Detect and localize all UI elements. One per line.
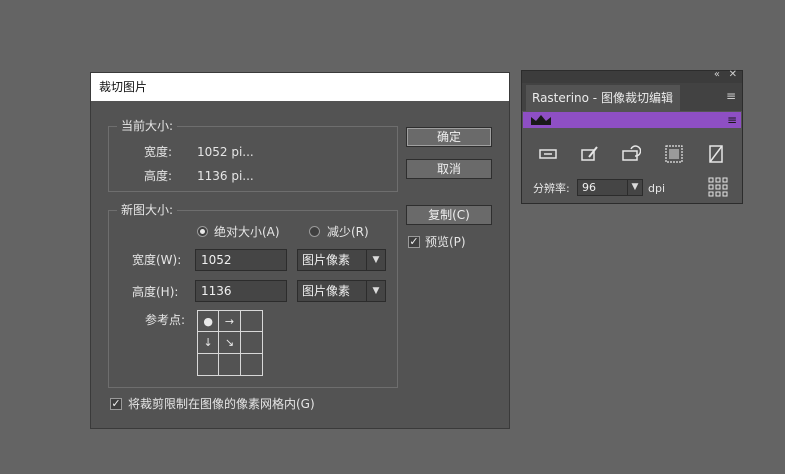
rasterino-panel: « ✕ Rasterino - 图像裁切编辑 ≡ ≡ 分辨率: 96 ▼ dpi: [521, 69, 743, 204]
anchor-cell-middle-left[interactable]: ↓: [198, 332, 220, 354]
new-height-label: 高度(H):: [132, 285, 179, 299]
anchor-cell-bottom-center[interactable]: [219, 353, 241, 375]
width-unit-select[interactable]: 图片像素 ▼: [297, 249, 386, 271]
anchor-label: 参考点:: [145, 313, 186, 327]
absolute-size-label[interactable]: 绝对大小(A): [214, 224, 280, 240]
preview-label[interactable]: 预览(P): [425, 234, 466, 250]
grid-icon[interactable]: [708, 177, 728, 197]
current-width-value: 1052 pi...: [197, 145, 254, 159]
anchor-cell-center[interactable]: ↘: [219, 332, 241, 354]
resolution-unit: dpi: [648, 182, 666, 195]
new-width-input[interactable]: 1052: [195, 249, 287, 271]
constrain-checkbox[interactable]: ✓: [110, 398, 122, 410]
arrow-right-icon: →: [224, 315, 235, 328]
panel-header-strip: « ✕: [522, 69, 742, 83]
banner-menu-icon[interactable]: ≡: [727, 112, 737, 128]
reduce-radio[interactable]: [309, 226, 320, 237]
panel-tab-bar: Rasterino - 图像裁切编辑 ≡: [522, 83, 742, 111]
crop-link-tool-icon[interactable]: [538, 144, 558, 164]
close-icon[interactable]: ✕: [729, 69, 737, 80]
crop-rotate-tool-icon[interactable]: [621, 144, 642, 164]
chevron-down-icon: ▼: [366, 281, 385, 301]
chevron-down-icon: ▼: [627, 180, 642, 195]
constrain-label[interactable]: 将裁剪限制在图像的像素网格内(G): [128, 396, 315, 412]
height-unit-select[interactable]: 图片像素 ▼: [297, 280, 386, 302]
ok-button[interactable]: 确定: [406, 127, 492, 147]
anchor-cell-top-center[interactable]: →: [219, 311, 241, 333]
arrow-down-right-icon: ↘: [224, 336, 235, 350]
width-unit-value: 图片像素: [302, 253, 351, 267]
current-height-value: 1136 pi...: [197, 169, 254, 183]
anchor-cell-bottom-left[interactable]: [198, 353, 220, 375]
anchor-cell-middle-right[interactable]: [240, 332, 262, 354]
panel-menu-icon[interactable]: ≡: [726, 89, 736, 103]
current-width-label: 宽度:: [144, 145, 173, 159]
absolute-size-radio[interactable]: [197, 226, 208, 237]
anchor-grid[interactable]: ● → ↓ ↘: [197, 310, 263, 376]
tab-rasterino[interactable]: Rasterino - 图像裁切编辑: [526, 85, 680, 111]
new-height-input[interactable]: 1136: [195, 280, 287, 302]
anchor-cell-top-left[interactable]: ●: [198, 311, 220, 333]
cancel-button[interactable]: 取消: [406, 159, 492, 179]
anchor-cell-top-right[interactable]: [240, 311, 262, 333]
crop-frame-tool-icon[interactable]: [664, 144, 684, 164]
resolution-label: 分辨率:: [533, 182, 570, 195]
new-width-label: 宽度(W):: [132, 253, 182, 267]
current-size-legend: 当前大小:: [117, 118, 178, 134]
current-size-group: 当前大小: 宽度: 1052 pi... 高度: 1136 pi...: [108, 118, 398, 192]
resolution-value: 96: [582, 181, 596, 194]
anchor-cell-bottom-right[interactable]: [241, 354, 262, 375]
crop-image-dialog: 裁切图片 当前大小: 宽度: 1052 pi... 高度: 1136 pi...…: [90, 72, 510, 429]
current-height-label: 高度:: [144, 169, 173, 183]
reduce-label[interactable]: 减少(R): [327, 224, 369, 240]
crop-split-tool-icon[interactable]: [706, 144, 726, 164]
chevron-down-icon: ▼: [366, 250, 385, 270]
height-unit-value: 图片像素: [302, 284, 351, 298]
crop-edit-tool-icon[interactable]: [580, 144, 600, 164]
resolution-select[interactable]: 96 ▼: [577, 179, 643, 196]
preview-checkbox[interactable]: ✓: [408, 236, 420, 248]
dialog-title[interactable]: 裁切图片: [91, 73, 509, 101]
anchor-dot-icon: ●: [203, 315, 213, 328]
collapse-icon[interactable]: «: [714, 69, 720, 80]
crown-icon: [531, 115, 551, 125]
plugin-banner: ≡: [523, 112, 741, 128]
copy-button[interactable]: 复制(C): [406, 205, 492, 225]
arrow-down-icon: ↓: [203, 336, 213, 350]
new-size-legend: 新图大小:: [117, 202, 178, 218]
